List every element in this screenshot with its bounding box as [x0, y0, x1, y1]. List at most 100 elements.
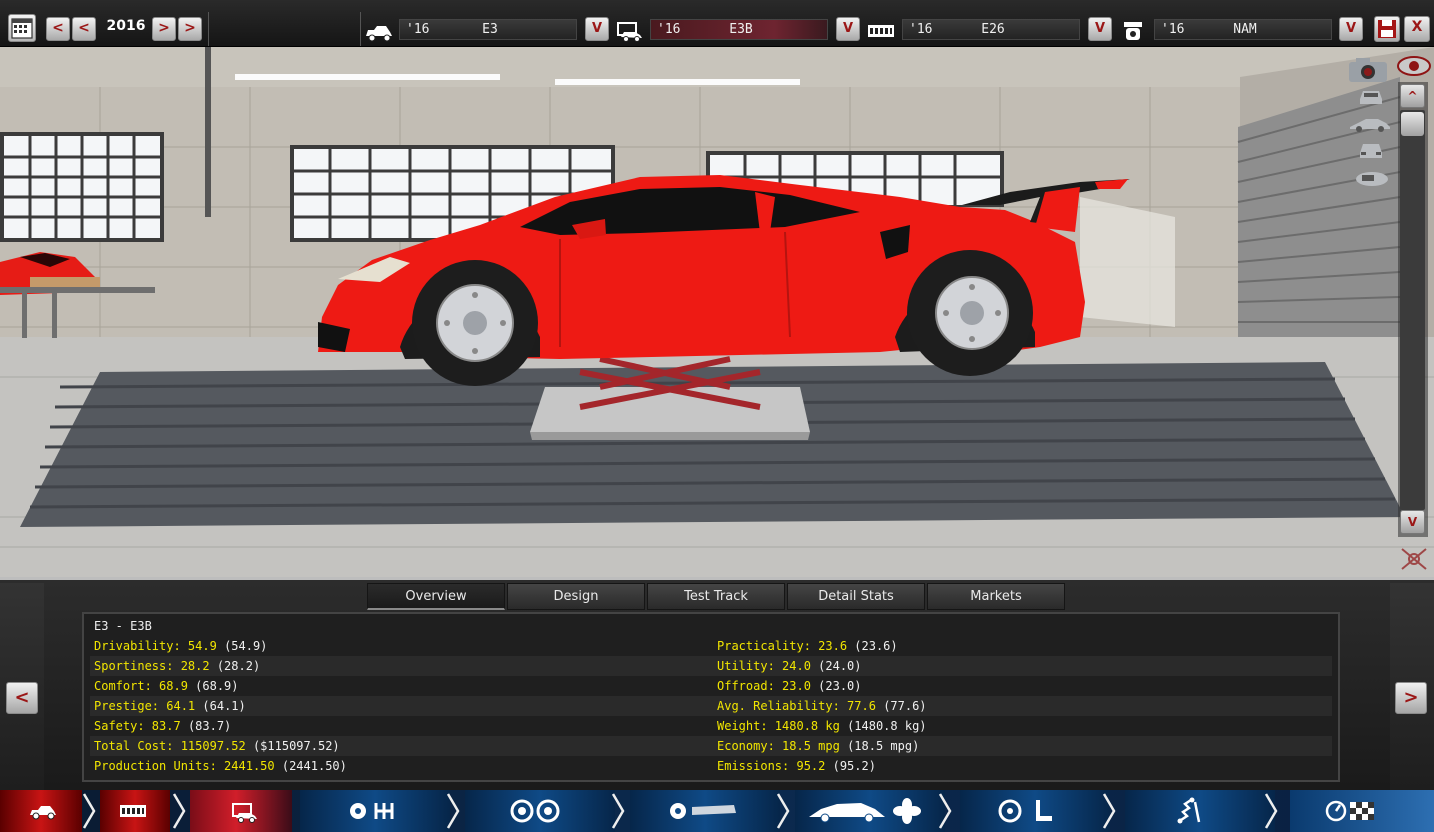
car-model-selector[interactable]: '16 E3B [650, 19, 828, 40]
step-gearbox[interactable] [300, 790, 450, 832]
stat-paren: (95.2) [832, 759, 876, 773]
axis-icon[interactable] [1398, 545, 1430, 573]
chevron-right-icon [776, 793, 790, 829]
view-rear-icon[interactable] [1356, 139, 1386, 161]
scroll-up-button[interactable]: ^ [1400, 84, 1425, 108]
tab-detail-stats[interactable]: Detail Stats [787, 583, 925, 610]
save-button[interactable] [1374, 16, 1400, 42]
chevron-right-icon [82, 793, 96, 829]
view-front-icon[interactable] [1356, 85, 1386, 107]
step-body[interactable] [630, 790, 780, 832]
gearbox-selector[interactable]: '16 NAM [1154, 19, 1332, 40]
calendar-icon[interactable] [8, 14, 36, 42]
stat-paren: (2441.50) [281, 759, 347, 773]
overview-stats: E3 - E3B Drivability: 54.9 (54.9) Sporti… [82, 612, 1340, 782]
stat-offroad: Offroad: 23.0 (23.0) [717, 679, 862, 693]
tab-overview[interactable]: Overview [367, 583, 505, 610]
chevron-right-icon [938, 793, 952, 829]
engine-name: E26 [981, 22, 1005, 37]
tab-design[interactable]: Design [507, 583, 645, 610]
stat-key: Safety: 83.7 [94, 719, 181, 733]
interior-icon [998, 799, 1052, 823]
stat-paren: (83.7) [187, 719, 232, 733]
stat-comfort: Comfort: 68.9 (68.9) [94, 679, 239, 693]
car-viewport[interactable] [0, 47, 1434, 577]
car-model-dropdown-button[interactable]: V [836, 17, 860, 41]
panel-prev-button[interactable]: < [6, 682, 38, 714]
step-interior[interactable] [960, 790, 1110, 832]
stat-key: Practicality: 23.6 [717, 639, 848, 653]
step-cooling[interactable] [795, 790, 945, 832]
gearbox-dropdown-button[interactable]: V [1339, 17, 1363, 41]
tab-markets[interactable]: Markets [927, 583, 1065, 610]
stat-paren: (77.6) [883, 699, 927, 713]
chassis-name: E3 [482, 22, 498, 37]
scroll-down-button[interactable]: V [1400, 510, 1425, 534]
step-test[interactable] [1290, 790, 1434, 832]
row-band [90, 676, 1332, 696]
chassis-dropdown-button[interactable]: V [585, 17, 609, 41]
car-model-icon [615, 18, 645, 44]
save-icon [1378, 20, 1396, 38]
gearbox-year: '16 [1161, 22, 1185, 37]
view-top-icon[interactable] [1352, 167, 1392, 189]
view-scrollbar[interactable] [1400, 110, 1425, 510]
eye-icon[interactable] [1396, 55, 1432, 77]
chassis-selector[interactable]: '16 E3 [399, 19, 577, 40]
gearbox-name: NAM [1233, 22, 1257, 37]
chassis-icon [30, 806, 56, 820]
stat-key: Total Cost: 115097.52 [94, 739, 246, 753]
step-chassis[interactable] [0, 790, 82, 832]
chassis-year: '16 [406, 22, 430, 37]
gear-shift-icon [350, 803, 394, 819]
engine-dropdown-button[interactable]: V [1088, 17, 1112, 41]
camera-icon[interactable] [1346, 55, 1392, 85]
scroll-thumb[interactable] [1401, 112, 1424, 136]
stat-paren: ($115097.52) [252, 739, 340, 753]
row-band [90, 636, 1332, 656]
stat-paren: (1480.8 kg) [847, 719, 927, 733]
year-prev-button[interactable]: < [72, 17, 96, 41]
stat-key: Economy: 18.5 mpg [717, 739, 840, 753]
stat-paren: (64.1) [202, 699, 246, 713]
stat-paren: (23.6) [854, 639, 898, 653]
stat-sportiness: Sportiness: 28.2 (28.2) [94, 659, 260, 673]
engine-icon [866, 18, 896, 44]
divider [360, 12, 361, 46]
row-band [90, 716, 1332, 736]
year-prev-fast-button[interactable]: < [46, 17, 70, 41]
stat-weight: Weight: 1480.8 kg (1480.8 kg) [717, 719, 927, 733]
stat-drivability: Drivability: 54.9 (54.9) [94, 639, 267, 653]
step-car-model[interactable] [190, 790, 292, 832]
step-engine[interactable] [100, 790, 170, 832]
car-model-name: E3B [729, 22, 753, 37]
tab-test-track[interactable]: Test Track [647, 583, 785, 610]
gearbox-icon [1120, 18, 1150, 44]
stat-paren: (68.9) [195, 679, 239, 693]
stat-economy: Economy: 18.5 mpg (18.5 mpg) [717, 739, 919, 753]
engine-year: '16 [909, 22, 933, 37]
car-model-title: E3 - E3B [94, 619, 152, 633]
chassis-icon [364, 18, 394, 44]
rear-wheel [907, 250, 1033, 376]
stat-key: Offroad: 23.0 [717, 679, 811, 693]
chevron-right-icon [1264, 793, 1278, 829]
year-next-fast-button[interactable]: > [178, 17, 202, 41]
body-cooling-icon [670, 803, 736, 819]
engine-selector[interactable]: '16 E26 [902, 19, 1080, 40]
row-band [90, 696, 1332, 716]
view-side-icon[interactable] [1348, 115, 1392, 133]
stat-paren: (23.0) [818, 679, 862, 693]
stat-paren: (54.9) [224, 639, 268, 653]
front-wheel [412, 260, 538, 386]
year-next-button[interactable]: > [152, 17, 176, 41]
divider [208, 12, 209, 46]
panel-next-button[interactable]: > [1395, 682, 1427, 714]
stat-key: Weight: 1480.8 kg [717, 719, 840, 733]
engine-icon [120, 805, 146, 817]
step-wheels[interactable] [465, 790, 615, 832]
stat-key: Prestige: 64.1 [94, 699, 196, 713]
stat-key: Drivability: 54.9 [94, 639, 217, 653]
close-button[interactable]: X [1404, 16, 1430, 42]
step-suspension[interactable] [1125, 790, 1275, 832]
